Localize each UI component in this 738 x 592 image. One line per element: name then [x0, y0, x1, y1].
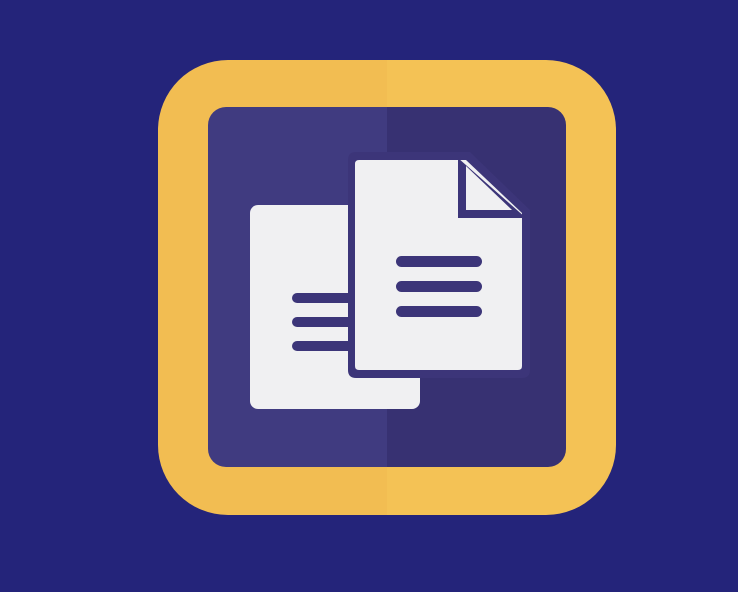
- documents-icon-graphic: [158, 60, 616, 515]
- documents-copy-icon[interactable]: [158, 60, 616, 515]
- app-icon-canvas: [0, 0, 738, 592]
- front-document-icon: [348, 152, 530, 378]
